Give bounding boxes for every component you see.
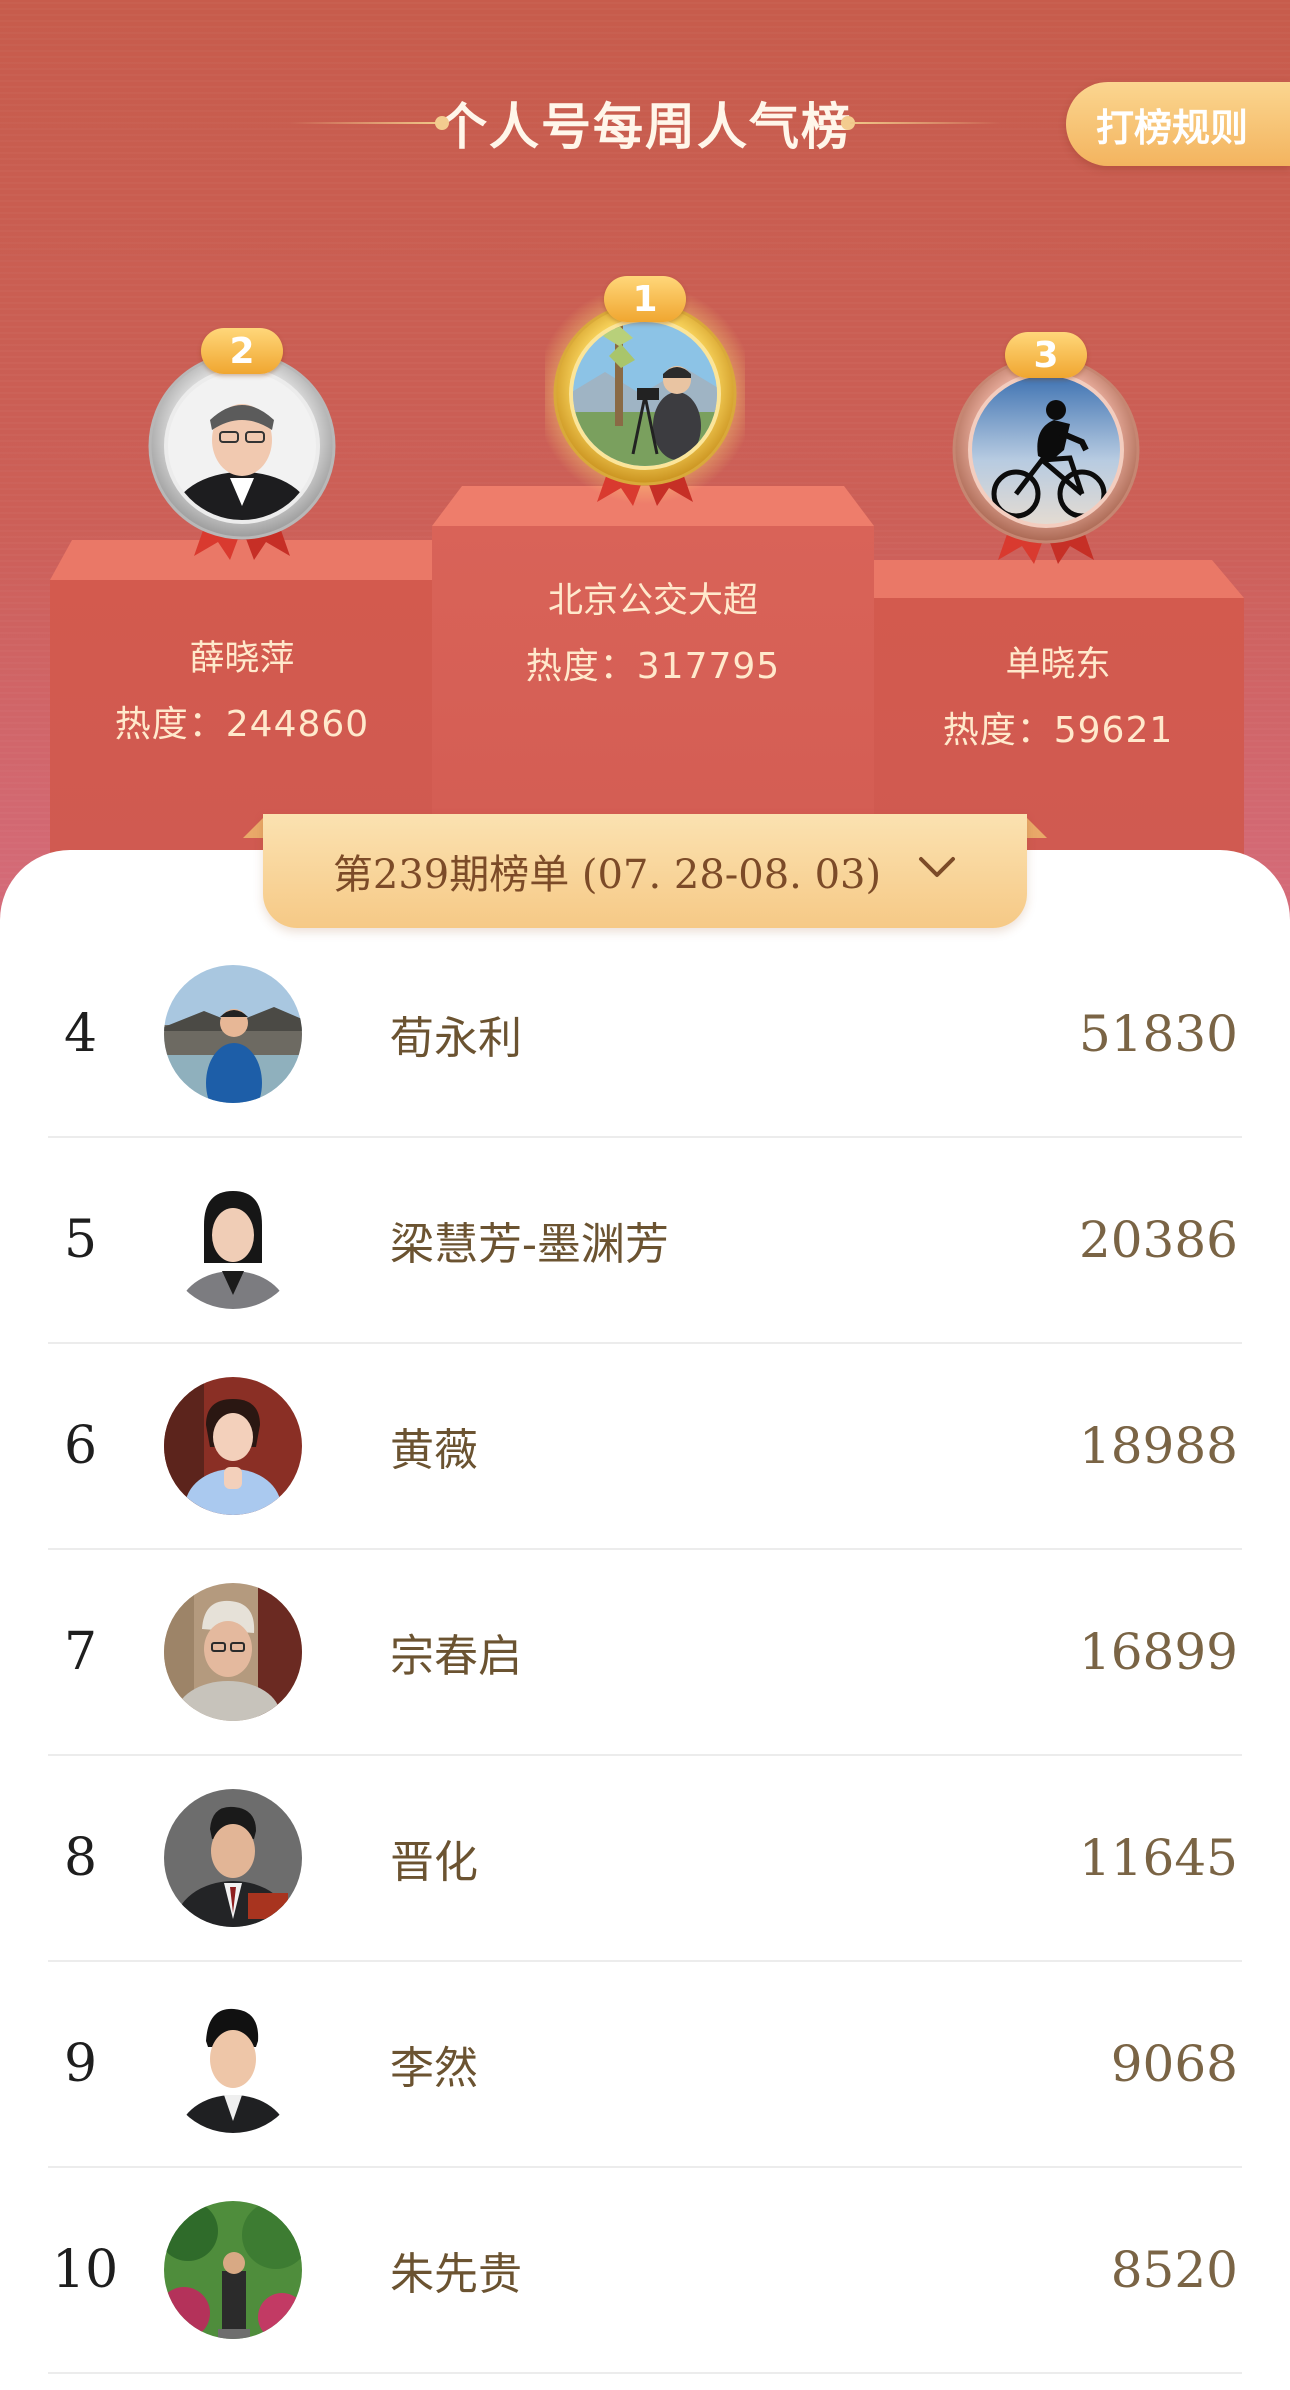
- user-name: 黄薇: [390, 1425, 478, 1476]
- medal-third[interactable]: 3: [946, 332, 1146, 572]
- podium-first-heat: 热度：317795: [525, 646, 781, 687]
- avatar[interactable]: [164, 1583, 302, 1721]
- chevron-down-icon: [917, 844, 957, 890]
- list-item[interactable]: 7 宗春启 16899: [48, 1550, 1242, 1756]
- medal-first[interactable]: 1: [545, 276, 745, 516]
- list-item[interactable]: 5 梁慧芳-墨渊芳 20386: [48, 1138, 1242, 1344]
- user-name: 梁慧芳-墨渊芳: [390, 1219, 669, 1270]
- avatar[interactable]: [164, 2201, 302, 2339]
- score: 16899: [1078, 1623, 1238, 1681]
- title-decor-line-left: [290, 122, 440, 124]
- title-decor-line-right: [850, 122, 1000, 124]
- medal-second[interactable]: 2: [142, 328, 342, 568]
- rank-chip-second: 2: [201, 328, 283, 374]
- user-name: 荀永利: [390, 1013, 522, 1064]
- score: 8520: [1110, 2241, 1238, 2299]
- page-title: 个人号每周人气榜: [437, 98, 853, 156]
- avatar[interactable]: [164, 1789, 302, 1927]
- rank-chip-third: 3: [1005, 332, 1087, 378]
- podium-third-heat: 热度：59621: [942, 710, 1174, 751]
- user-name: 晋化: [390, 1837, 478, 1888]
- score: 20386: [1078, 1211, 1238, 1269]
- avatar[interactable]: [164, 965, 302, 1103]
- rank-number: 8: [64, 1828, 98, 1888]
- period-label: 第239期榜单 (07. 28-08. 03): [332, 852, 882, 898]
- podium-third-name: 单晓东: [1005, 645, 1111, 685]
- list-item[interactable]: 10 朱先贵 8520: [48, 2168, 1242, 2374]
- rank-number: 9: [64, 2034, 98, 2094]
- score: 51830: [1078, 1005, 1238, 1063]
- list-item[interactable]: 9 李然 9068: [48, 1962, 1242, 2168]
- list-item[interactable]: 4 荀永利 51830: [48, 932, 1242, 1138]
- rules-button[interactable]: 打榜规则: [1066, 82, 1290, 166]
- title-bar: 个人号每周人气榜: [290, 78, 1000, 168]
- user-name: 李然: [390, 2043, 478, 2094]
- period-selector[interactable]: 第239期榜单 (07. 28-08. 03): [263, 814, 1027, 928]
- ranking-list: 4 荀永利 51830 5 梁慧芳-墨渊芳 20386 6 黄薇 18988 7…: [48, 932, 1242, 2374]
- score: 18988: [1078, 1417, 1238, 1475]
- user-name: 朱先贵: [390, 2249, 522, 2300]
- rank-number: 7: [64, 1622, 98, 1682]
- avatar[interactable]: [164, 1377, 302, 1515]
- list-item[interactable]: 8 晋化 11645: [48, 1756, 1242, 1962]
- rank-number: 5: [64, 1210, 98, 1270]
- list-item[interactable]: 6 黄薇 18988: [48, 1344, 1242, 1550]
- user-name: 宗春启: [390, 1631, 522, 1682]
- avatar[interactable]: [164, 1171, 302, 1309]
- podium-first-name: 北京公交大超: [547, 581, 758, 621]
- rank-number: 10: [52, 2240, 119, 2300]
- hero-banner: 个人号每周人气榜 打榜规则 薛晓萍 热度：244860 单晓东 热度：59621…: [0, 0, 1290, 940]
- title-decor-dot-left: [435, 116, 449, 130]
- score: 11645: [1078, 1829, 1238, 1887]
- rank-chip-first: 1: [604, 276, 686, 322]
- podium-second-name: 薛晓萍: [189, 639, 295, 679]
- avatar[interactable]: [164, 1995, 302, 2133]
- rank-number: 6: [64, 1416, 98, 1476]
- podium-second-heat: 热度：244860: [114, 704, 370, 745]
- score: 9068: [1110, 2035, 1238, 2093]
- rank-number: 4: [64, 1004, 98, 1064]
